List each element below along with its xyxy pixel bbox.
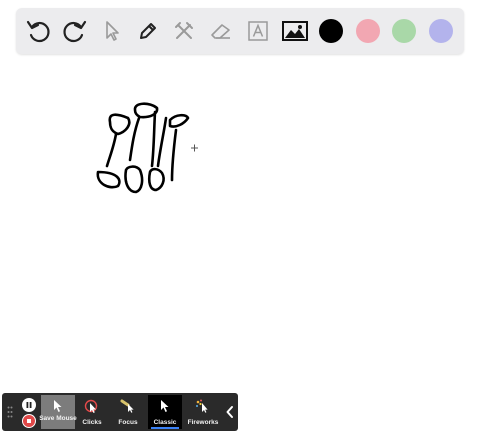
mode-fireworks[interactable]: Fireworks — [186, 395, 220, 429]
mode-save-mouse[interactable]: Save Mouse — [39, 395, 77, 429]
drawing-toolbar — [16, 8, 464, 54]
stop-icon — [23, 415, 35, 427]
active-indicator — [151, 427, 179, 429]
color-black-swatch[interactable] — [319, 19, 343, 43]
image-icon — [282, 21, 308, 41]
tools-button[interactable] — [168, 15, 200, 47]
tools-icon — [175, 22, 193, 39]
cursor-icon — [54, 400, 62, 412]
pointer-tool[interactable] — [96, 15, 128, 47]
eraser-icon — [211, 24, 230, 39]
click-ripple-icon — [84, 399, 98, 413]
pause-icon — [26, 402, 32, 408]
fireworks-icon — [196, 399, 208, 413]
cursor-icon — [161, 400, 169, 412]
collapse-button[interactable] — [224, 403, 236, 421]
sketch-drawing — [96, 102, 198, 194]
redo-button[interactable] — [59, 15, 91, 47]
mode-focus[interactable]: Focus — [111, 395, 145, 429]
color-purple-swatch[interactable] — [429, 19, 453, 43]
mode-label: Fireworks — [187, 419, 219, 426]
mode-clicks[interactable]: Clicks — [75, 395, 109, 429]
spotlight-cursor-icon — [120, 399, 134, 413]
drawing-canvas[interactable] — [0, 60, 480, 390]
pen-tool[interactable] — [132, 15, 164, 47]
pause-button[interactable] — [22, 398, 36, 412]
image-tool[interactable] — [279, 15, 311, 47]
stop-button[interactable] — [22, 414, 36, 428]
mode-label: Classic — [153, 419, 177, 426]
color-pink-swatch[interactable] — [356, 19, 380, 43]
mode-label: Focus — [118, 419, 138, 426]
color-green-swatch[interactable] — [392, 19, 416, 43]
undo-button[interactable] — [22, 15, 54, 47]
mode-classic[interactable]: Classic — [148, 395, 182, 429]
pen-icon — [140, 23, 156, 39]
redo-icon — [63, 20, 87, 43]
chevron-left-icon — [226, 406, 233, 418]
pointer-icon — [106, 21, 119, 41]
drag-handle-icon[interactable] — [7, 406, 13, 418]
text-tool[interactable] — [242, 15, 274, 47]
recording-bar: Save Mouse Clicks Focus Classic Firework… — [2, 393, 238, 431]
eraser-tool[interactable] — [205, 15, 237, 47]
undo-icon — [26, 20, 50, 43]
text-icon — [248, 21, 268, 41]
